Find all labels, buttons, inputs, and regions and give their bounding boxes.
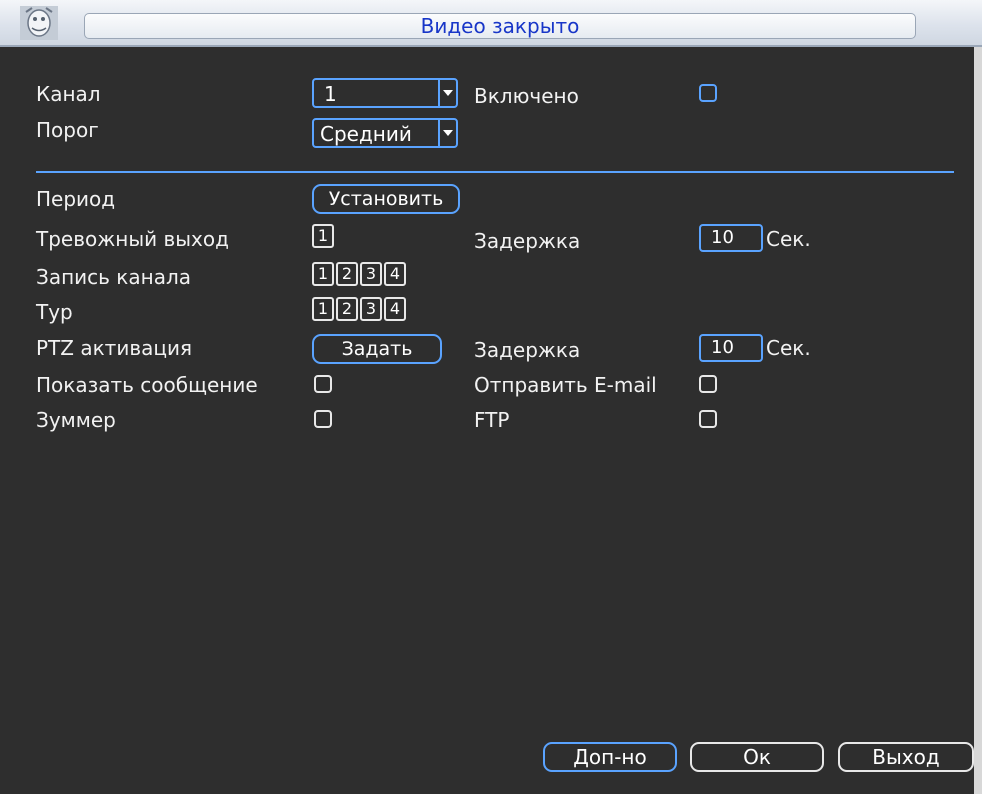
ftp-checkbox[interactable] bbox=[699, 410, 717, 428]
exit-button[interactable]: Выход bbox=[838, 742, 974, 772]
send-email-checkbox[interactable] bbox=[699, 375, 717, 393]
ok-button[interactable]: Ок bbox=[690, 742, 824, 772]
alarm-output-label: Тревожный выход bbox=[36, 227, 229, 251]
tour-channel-list: 1234 bbox=[312, 297, 408, 323]
delay-label-1: Задержка bbox=[474, 229, 581, 253]
title-bar: Видео закрыто bbox=[0, 0, 982, 47]
alarm-output-channel-1[interactable]: 1 bbox=[312, 224, 334, 248]
alarm-output-channels: 1 bbox=[312, 224, 336, 250]
window-frame-right bbox=[974, 47, 982, 794]
enabled-checkbox[interactable] bbox=[699, 84, 717, 102]
show-message-checkbox[interactable] bbox=[314, 375, 332, 393]
channel-select[interactable]: 1 bbox=[312, 78, 458, 108]
section-divider bbox=[36, 171, 954, 173]
show-message-label: Показать сообщение bbox=[36, 373, 258, 397]
delay-label-2: Задержка bbox=[474, 338, 581, 362]
delay-input-2[interactable]: 10 bbox=[699, 334, 763, 362]
tour-channel-3[interactable]: 3 bbox=[360, 297, 382, 321]
channel-value: 1 bbox=[324, 82, 337, 106]
threshold-label: Порог bbox=[36, 118, 99, 142]
delay-unit-2: Сек. bbox=[766, 336, 811, 360]
tour-channel-1[interactable]: 1 bbox=[312, 297, 334, 321]
delay-input-1[interactable]: 10 bbox=[699, 224, 763, 252]
period-set-button[interactable]: Установить bbox=[312, 184, 460, 214]
threshold-value: Средний bbox=[320, 122, 412, 146]
channel-label: Канал bbox=[36, 82, 101, 106]
advanced-button[interactable]: Доп-но bbox=[543, 742, 677, 772]
record-channel-2[interactable]: 2 bbox=[336, 262, 358, 286]
record-channel-list: 1234 bbox=[312, 262, 408, 288]
chevron-down-icon[interactable] bbox=[438, 120, 456, 146]
app-badge-icon bbox=[20, 6, 58, 40]
record-channel-1[interactable]: 1 bbox=[312, 262, 334, 286]
record-channel-4[interactable]: 4 bbox=[384, 262, 406, 286]
tour-channel-4[interactable]: 4 bbox=[384, 297, 406, 321]
record-channel-label: Запись канала bbox=[36, 265, 191, 289]
period-label: Период bbox=[36, 187, 116, 211]
tour-channel-2[interactable]: 2 bbox=[336, 297, 358, 321]
send-email-label: Отправить E-mail bbox=[474, 373, 657, 397]
buzzer-label: Зуммер bbox=[36, 408, 116, 432]
threshold-select[interactable]: Средний bbox=[312, 118, 458, 148]
ftp-label: FTP bbox=[474, 408, 510, 432]
record-channel-3[interactable]: 3 bbox=[360, 262, 382, 286]
enabled-label: Включено bbox=[474, 84, 579, 108]
tour-label: Тур bbox=[36, 300, 73, 324]
dialog-window: Видео закрыто Канал 1 Включено Порог Сре… bbox=[0, 0, 982, 794]
ptz-set-button[interactable]: Задать bbox=[312, 334, 442, 364]
buzzer-checkbox[interactable] bbox=[314, 410, 332, 428]
ptz-label: PTZ активация bbox=[36, 336, 193, 360]
chevron-down-icon[interactable] bbox=[438, 80, 456, 106]
delay-unit-1: Сек. bbox=[766, 227, 811, 251]
window-title: Видео закрыто bbox=[84, 13, 916, 39]
